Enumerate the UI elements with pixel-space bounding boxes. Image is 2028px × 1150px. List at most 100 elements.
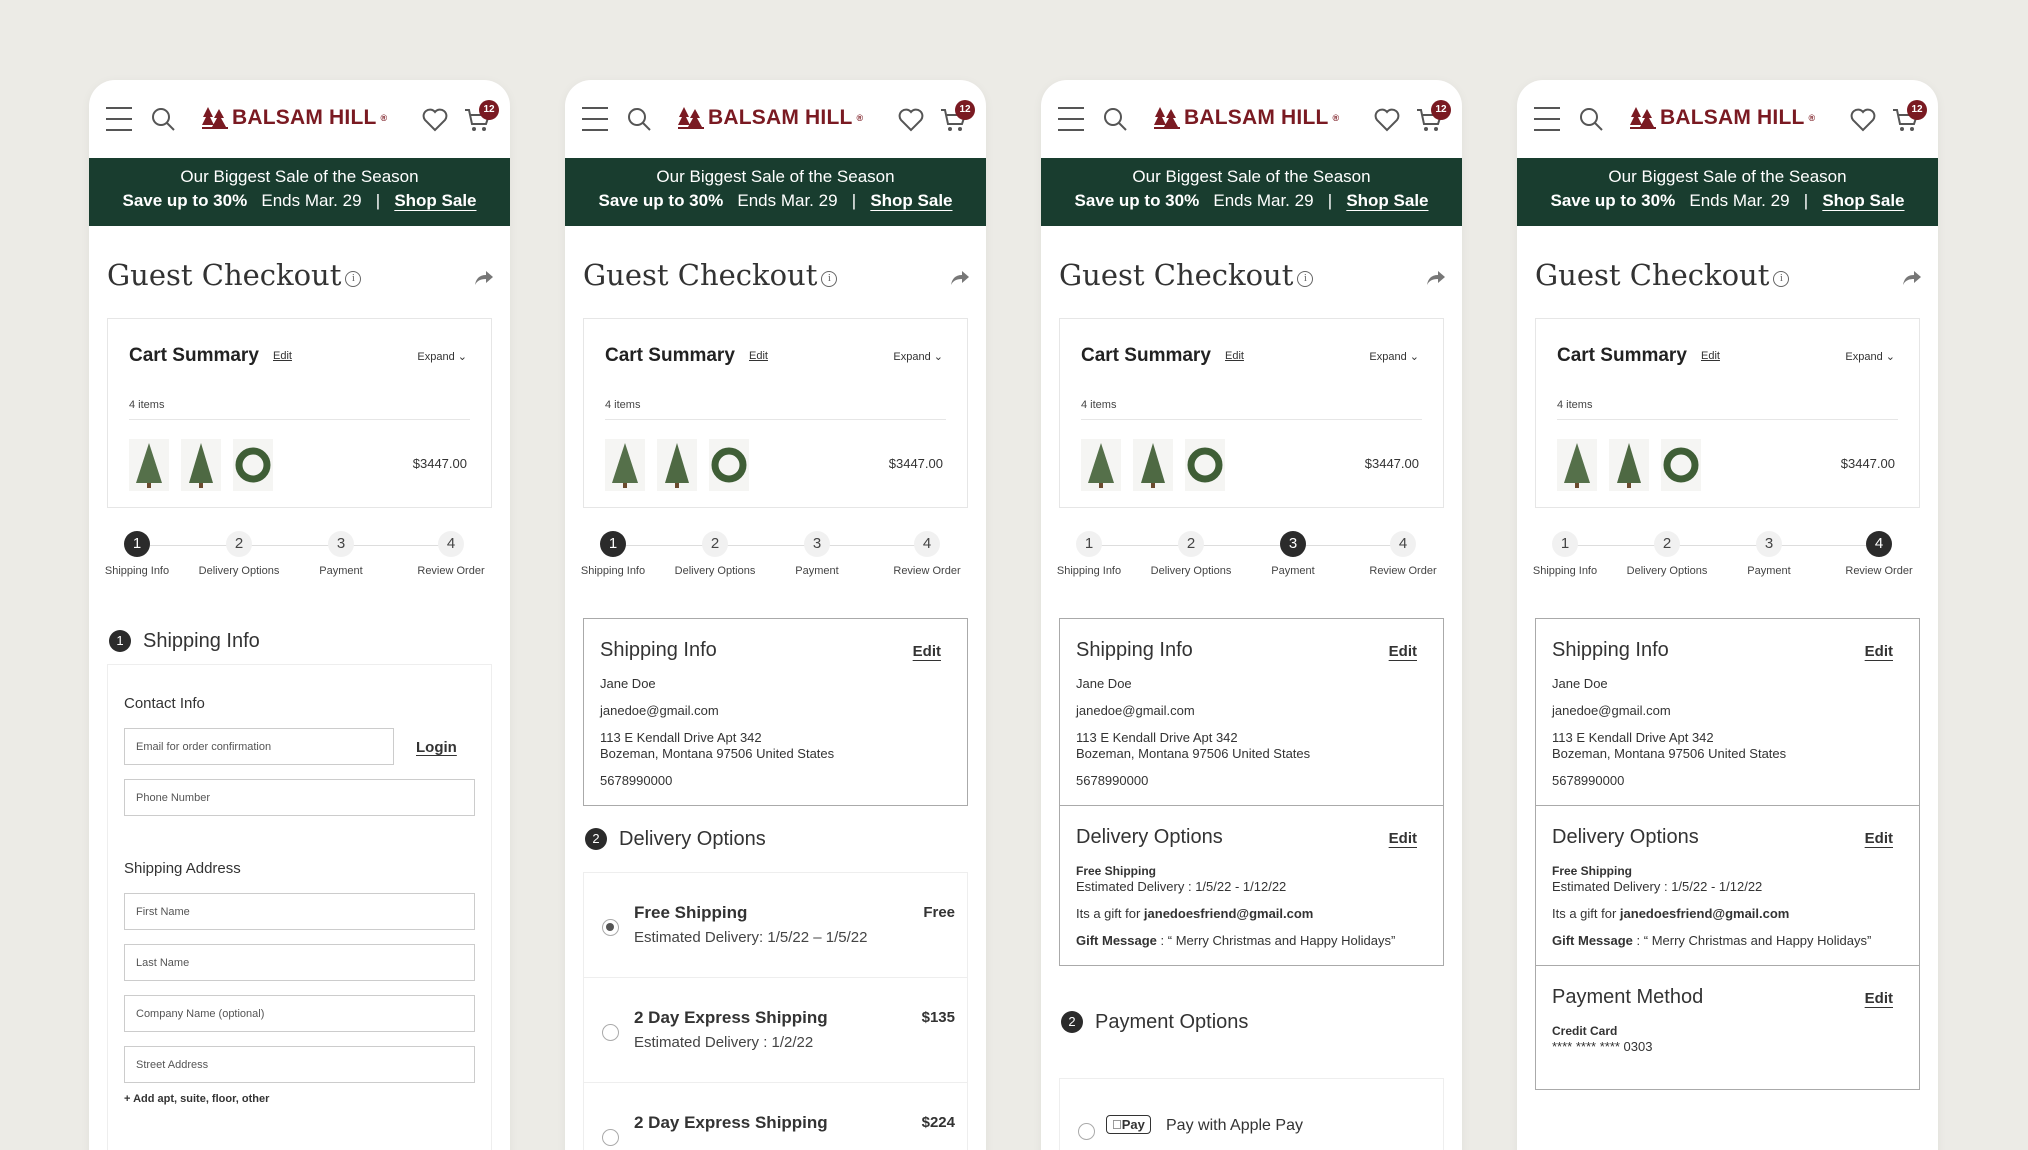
brand-logo[interactable]: BALSAM HILL ® — [1154, 102, 1339, 134]
cart-count-badge: 12 — [955, 100, 975, 120]
heart-icon[interactable] — [1374, 108, 1400, 132]
share-icon[interactable] — [1426, 270, 1446, 286]
heart-icon[interactable] — [422, 108, 448, 132]
edit-payment-link[interactable]: Edit — [1865, 990, 1893, 1007]
edit-delivery-link[interactable]: Edit — [1389, 830, 1417, 847]
cart-expand-toggle[interactable]: Expand ⌄ — [1369, 350, 1419, 363]
radio[interactable] — [1078, 1123, 1095, 1140]
cart-expand-toggle[interactable]: Expand ⌄ — [417, 350, 467, 363]
step-review[interactable]: 4 Review Order — [1358, 531, 1448, 577]
hamburger-icon[interactable] — [1534, 107, 1560, 131]
tree-thumbnail[interactable] — [1081, 439, 1121, 491]
info-icon[interactable]: i — [1297, 271, 1314, 287]
heart-icon[interactable] — [1850, 108, 1876, 132]
edit-delivery-link[interactable]: Edit — [1865, 830, 1893, 847]
share-icon[interactable] — [1902, 270, 1922, 286]
tree-thumbnail[interactable] — [1609, 439, 1649, 491]
step-number: 3 — [804, 531, 830, 557]
shipping-info-card: Shipping Info Edit Jane Doe janedoe@gmai… — [1536, 619, 1919, 806]
shipping-info-card: Shipping Info Edit Jane Doe janedoe@gmai… — [1060, 619, 1443, 806]
step-payment[interactable]: 3 Payment — [1248, 531, 1338, 577]
radio-selected[interactable] — [602, 919, 619, 936]
cart-expand-toggle[interactable]: Expand ⌄ — [893, 350, 943, 363]
company-field[interactable]: Company Name (optional) — [124, 995, 475, 1032]
wreath-thumbnail[interactable] — [709, 439, 749, 491]
shop-sale-link[interactable]: Shop Sale — [1346, 191, 1428, 210]
expand-label: Expand — [417, 351, 455, 363]
cart-count-badge: 12 — [1907, 100, 1927, 120]
tree-thumbnail[interactable] — [605, 439, 645, 491]
brand-logo[interactable]: BALSAM HILL ® — [1630, 102, 1815, 134]
search-icon[interactable] — [627, 107, 651, 131]
hamburger-icon[interactable] — [1058, 107, 1084, 131]
tree-thumbnail[interactable] — [657, 439, 697, 491]
last-name-field[interactable]: Last Name — [124, 944, 475, 981]
delivery-option[interactable]: 2 Day Express Shipping $224 — [584, 1083, 967, 1150]
cart-summary-title: Cart Summary — [129, 345, 259, 366]
step-shipping[interactable]: 1 Shipping Info — [92, 531, 182, 577]
shop-sale-link[interactable]: Shop Sale — [1822, 191, 1904, 210]
edit-shipping-link[interactable]: Edit — [1389, 643, 1417, 660]
cart-edit-link[interactable]: Edit — [273, 350, 292, 362]
step-delivery[interactable]: 2 Delivery Options — [1622, 531, 1712, 577]
search-icon[interactable] — [1103, 107, 1127, 131]
info-icon[interactable]: i — [1773, 271, 1790, 287]
edit-shipping-link[interactable]: Edit — [1865, 643, 1893, 660]
edit-shipping-link[interactable]: Edit — [913, 643, 941, 660]
step-shipping[interactable]: 1 Shipping Info — [1044, 531, 1134, 577]
add-apt-link[interactable]: + Add apt, suite, floor, other — [124, 1093, 475, 1105]
step-payment[interactable]: 3 Payment — [296, 531, 386, 577]
wreath-thumbnail[interactable] — [1661, 439, 1701, 491]
search-icon[interactable] — [151, 107, 175, 131]
hamburger-icon[interactable] — [582, 107, 608, 131]
shop-sale-link[interactable]: Shop Sale — [394, 191, 476, 210]
step-shipping[interactable]: 1 Shipping Info — [1520, 531, 1610, 577]
radio[interactable] — [602, 1024, 619, 1041]
street-address-field[interactable]: Street Address — [124, 1046, 475, 1083]
ship-name: Jane Doe — [1552, 676, 1608, 691]
cart-edit-link[interactable]: Edit — [1225, 350, 1244, 362]
delivery-option[interactable]: Free Shipping Estimated Delivery: 1/5/22… — [584, 873, 967, 978]
tree-thumbnail[interactable] — [181, 439, 221, 491]
step-payment[interactable]: 3 Payment — [772, 531, 862, 577]
cart-edit-link[interactable]: Edit — [1701, 350, 1720, 362]
tree-logo-icon — [202, 107, 228, 129]
cart-edit-link[interactable]: Edit — [749, 350, 768, 362]
wreath-thumbnail[interactable] — [233, 439, 273, 491]
step-delivery[interactable]: 2 Delivery Options — [194, 531, 284, 577]
phone-field[interactable]: Phone Number — [124, 779, 475, 816]
checkout-stepper: 1 Shipping Info 2 Delivery Options 3 Paymen… — [93, 508, 506, 618]
step-review[interactable]: 4 Review Order — [1834, 531, 1924, 577]
hamburger-icon[interactable] — [106, 107, 132, 131]
step-delivery[interactable]: 2 Delivery Options — [1146, 531, 1236, 577]
apple-pay-label[interactable]: Pay with Apple Pay — [1166, 1117, 1303, 1135]
info-icon[interactable]: i — [345, 271, 362, 287]
tree-thumbnail[interactable] — [129, 439, 169, 491]
brand-logo[interactable]: BALSAM HILL ® — [202, 102, 387, 134]
brand-name: BALSAM HILL — [708, 106, 853, 129]
email-field[interactable]: Email for order confirmation — [124, 728, 394, 765]
shop-sale-link[interactable]: Shop Sale — [870, 191, 952, 210]
ship-addr1: 113 E Kendall Drive Apt 342 — [600, 730, 762, 745]
cart-expand-toggle[interactable]: Expand ⌄ — [1845, 350, 1895, 363]
step-shipping[interactable]: 1 Shipping Info — [568, 531, 658, 577]
tree-thumbnail[interactable] — [1133, 439, 1173, 491]
radio[interactable] — [602, 1129, 619, 1146]
step-payment[interactable]: 3 Payment — [1724, 531, 1814, 577]
step-review[interactable]: 4 Review Order — [406, 531, 496, 577]
info-icon[interactable]: i — [821, 271, 838, 287]
first-name-field[interactable]: First Name — [124, 893, 475, 930]
tree-thumbnail[interactable] — [1557, 439, 1597, 491]
heart-icon[interactable] — [898, 108, 924, 132]
delivery-option[interactable]: 2 Day Express Shipping Estimated Deliver… — [584, 978, 967, 1083]
step-review[interactable]: 4 Review Order — [882, 531, 972, 577]
search-icon[interactable] — [1579, 107, 1603, 131]
promo-save: Save up to 30% — [1074, 191, 1200, 210]
share-icon[interactable] — [474, 270, 494, 286]
share-icon[interactable] — [950, 270, 970, 286]
login-link[interactable]: Login — [416, 739, 457, 756]
brand-logo[interactable]: BALSAM HILL ® — [678, 102, 863, 134]
step-delivery[interactable]: 2 Delivery Options — [670, 531, 760, 577]
wreath-thumbnail[interactable] — [1185, 439, 1225, 491]
page-title: Guest Checkout i — [1059, 258, 1314, 292]
